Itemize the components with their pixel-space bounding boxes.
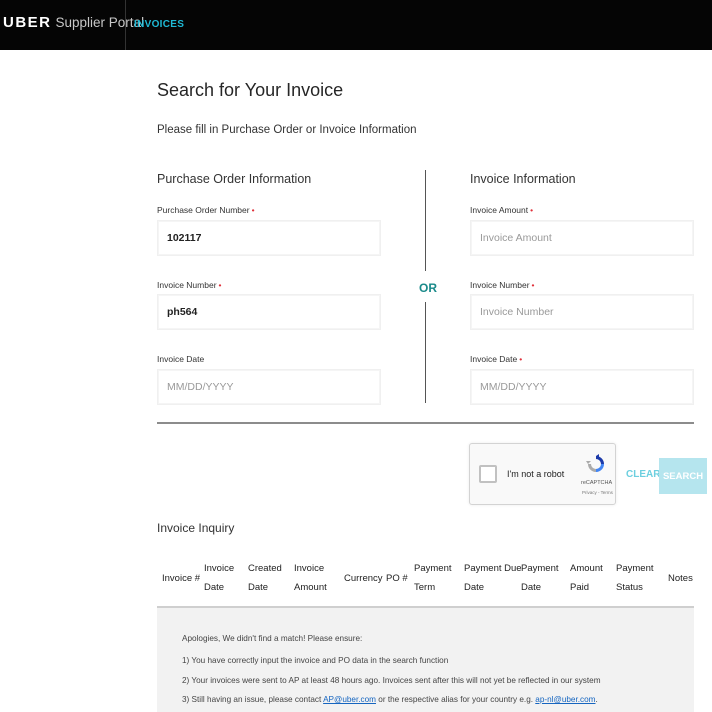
required-marker: • bbox=[251, 205, 255, 215]
column-header-po-number: PO # bbox=[386, 569, 408, 588]
inquiry-title: Invoice Inquiry bbox=[157, 521, 235, 535]
clear-button[interactable]: CLEAR bbox=[626, 469, 660, 480]
column-header-payment-due-date: Payment Due Date bbox=[464, 559, 522, 597]
column-header-text: Amount bbox=[294, 582, 327, 593]
no-match-line-3-middle: or the respective alias for your country… bbox=[376, 695, 536, 704]
recaptcha-brand: reCAPTCHA bbox=[581, 480, 613, 486]
po-number-label-text: Purchase Order Number bbox=[157, 205, 250, 215]
or-label: OR bbox=[419, 281, 437, 295]
column-header-notes: Notes bbox=[668, 569, 693, 588]
column-header-text: Date bbox=[248, 582, 269, 593]
brand-name: UBER bbox=[3, 14, 52, 31]
page-subtitle: Please fill in Purchase Order or Invoice… bbox=[157, 124, 417, 136]
po-invoice-number-value: ph564 bbox=[167, 306, 198, 318]
column-header-text: Term bbox=[414, 582, 436, 593]
column-header-text: Currency bbox=[344, 573, 383, 584]
column-header-payment-status: Payment Status bbox=[616, 559, 654, 597]
invoice-amount-placeholder: Invoice Amount bbox=[480, 232, 552, 244]
po-invoice-date-label: Invoice Date bbox=[157, 354, 205, 364]
column-header-invoice-date: Invoice Date bbox=[204, 559, 234, 597]
or-divider-top bbox=[425, 170, 426, 271]
invoice-amount-label-text: Invoice Amount bbox=[470, 205, 529, 215]
column-header-currency: Currency bbox=[344, 569, 383, 588]
column-header-text: Payment bbox=[616, 563, 654, 574]
recaptcha-links[interactable]: Privacy - Terms bbox=[582, 490, 613, 495]
invoice-number-placeholder: Invoice Number bbox=[480, 306, 554, 318]
column-header-text: Invoice bbox=[204, 563, 235, 574]
po-invoice-number-label: Invoice Number • bbox=[157, 280, 222, 290]
brand-logo[interactable]: UBER Supplier Portal bbox=[3, 14, 144, 31]
po-invoice-date-placeholder: MM/DD/YYYY bbox=[167, 381, 234, 393]
recaptcha-label: I'm not a robot bbox=[507, 469, 565, 479]
column-header-text: Payment bbox=[521, 563, 559, 574]
column-header-text: PO # bbox=[386, 573, 408, 584]
no-match-line-3-suffix: . bbox=[595, 695, 598, 704]
tab-invoices[interactable]: INVOICES bbox=[134, 19, 184, 30]
po-section-title: Purchase Order Information bbox=[157, 172, 312, 186]
invoice-number-input[interactable]: Invoice Number bbox=[470, 294, 694, 330]
ap-email-link[interactable]: AP@uber.com bbox=[323, 695, 376, 704]
column-header-text: Created bbox=[248, 563, 282, 574]
invoice-date-label: Invoice Date • bbox=[470, 354, 522, 364]
invoice-date-label-text: Invoice Date bbox=[470, 354, 518, 364]
recaptcha-checkbox[interactable] bbox=[479, 465, 497, 483]
form-divider bbox=[157, 422, 694, 424]
invoice-date-placeholder: MM/DD/YYYY bbox=[480, 381, 547, 393]
po-invoice-date-input[interactable]: MM/DD/YYYY bbox=[157, 369, 381, 405]
column-header-text: Paid bbox=[570, 582, 590, 593]
search-button[interactable]: SEARCH bbox=[659, 458, 707, 494]
column-header-text: Date bbox=[204, 582, 225, 593]
column-header-created-date: Created Date bbox=[248, 559, 282, 597]
invoice-amount-input[interactable]: Invoice Amount bbox=[470, 220, 694, 256]
column-header-invoice-amount: Invoice Amount bbox=[294, 559, 327, 597]
no-match-line-1: 1) You have correctly input the invoice … bbox=[182, 656, 449, 665]
column-header-text: Payment Due bbox=[464, 563, 522, 574]
ap-nl-email-link[interactable]: ap-nl@uber.com bbox=[535, 695, 595, 704]
nav-divider bbox=[125, 0, 126, 50]
required-marker: • bbox=[218, 280, 222, 290]
po-number-label: Purchase Order Number • bbox=[157, 205, 255, 215]
column-header-invoice-number: Invoice # bbox=[162, 569, 200, 588]
or-divider-bottom bbox=[425, 302, 426, 403]
invoice-date-input[interactable]: MM/DD/YYYY bbox=[470, 369, 694, 405]
column-header-text: Payment bbox=[414, 563, 452, 574]
po-invoice-number-label-text: Invoice Number bbox=[157, 280, 217, 290]
column-header-text: Date bbox=[521, 582, 542, 593]
column-header-text: Status bbox=[616, 582, 643, 593]
required-marker: • bbox=[530, 205, 534, 215]
column-header-amount-paid: Amount Paid bbox=[570, 559, 603, 597]
top-navigation-bar: UBER Supplier Portal INVOICES bbox=[0, 0, 712, 50]
no-match-line-3: 3) Still having an issue, please contact… bbox=[182, 695, 598, 704]
invoice-section-title: Invoice Information bbox=[470, 172, 576, 186]
column-header-text: Invoice # bbox=[162, 573, 201, 584]
no-match-line-3-prefix: 3) Still having an issue, please contact bbox=[182, 695, 324, 704]
invoice-number-label-text: Invoice Number bbox=[470, 280, 530, 290]
no-match-intro: Apologies, We didn't find a match! Pleas… bbox=[182, 634, 363, 643]
no-match-line-2: 2) Your invoices were sent to AP at leas… bbox=[182, 676, 601, 685]
column-header-text: Amount bbox=[570, 563, 603, 574]
column-header-text: Notes bbox=[668, 573, 693, 584]
po-number-value: 102117 bbox=[167, 232, 202, 244]
invoice-amount-label: Invoice Amount • bbox=[470, 205, 533, 215]
invoice-number-label: Invoice Number • bbox=[470, 280, 535, 290]
recaptcha-icon bbox=[586, 454, 604, 472]
column-header-text: Invoice bbox=[294, 563, 325, 574]
required-marker: • bbox=[519, 354, 523, 364]
product-name: Supplier Portal bbox=[55, 15, 145, 30]
column-header-text: Date bbox=[464, 582, 485, 593]
po-number-input[interactable]: 102117 bbox=[157, 220, 381, 256]
column-header-payment-term: Payment Term bbox=[414, 559, 452, 597]
recaptcha-widget: I'm not a robot reCAPTCHA Privacy - Term… bbox=[469, 443, 616, 505]
page-title: Search for Your Invoice bbox=[157, 80, 344, 100]
required-marker: • bbox=[531, 280, 535, 290]
column-header-payment-date: Payment Date bbox=[521, 559, 559, 597]
po-invoice-number-input[interactable]: ph564 bbox=[157, 294, 381, 330]
